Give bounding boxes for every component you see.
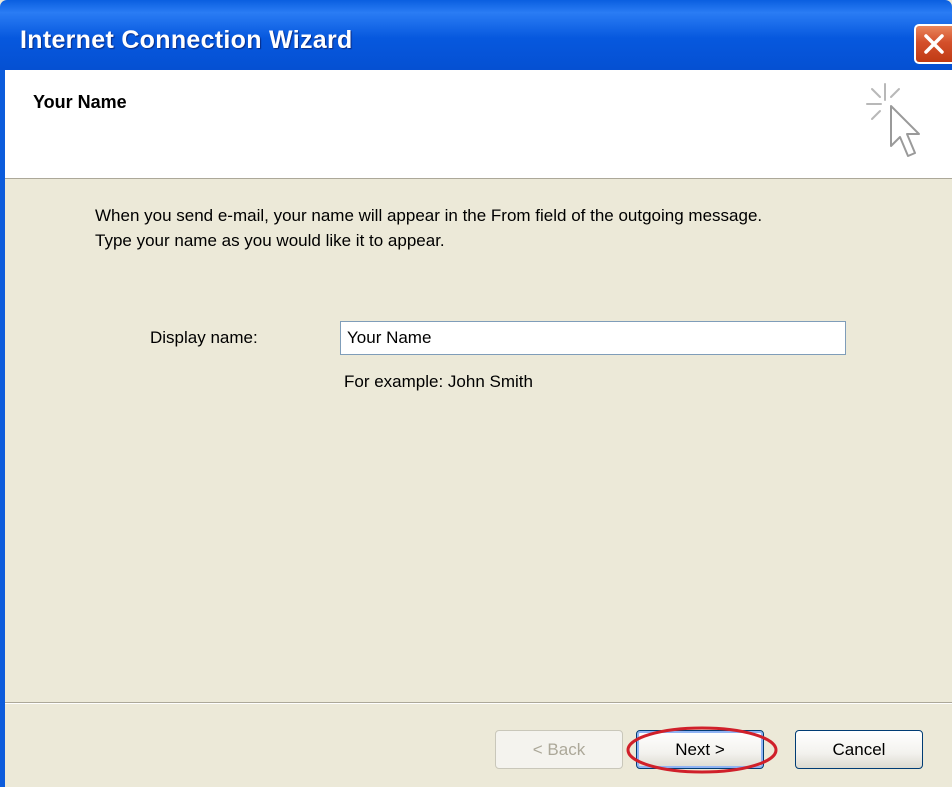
wizard-window: Internet Connection Wizard Your Name Whe… bbox=[0, 0, 952, 787]
page-title: Your Name bbox=[33, 92, 127, 112]
window-title: Internet Connection Wizard bbox=[20, 26, 353, 54]
wizard-header: Your Name bbox=[5, 70, 952, 179]
footer-divider bbox=[5, 702, 952, 704]
display-name-example-hint: For example: John Smith bbox=[344, 372, 533, 391]
next-button[interactable]: Next > bbox=[636, 730, 764, 769]
display-name-input[interactable] bbox=[340, 321, 846, 355]
instruction-line-1: When you send e-mail, your name will app… bbox=[95, 206, 763, 225]
title-bar[interactable]: Internet Connection Wizard bbox=[0, 0, 952, 70]
back-button[interactable]: < Back bbox=[495, 730, 623, 769]
close-button[interactable] bbox=[914, 24, 952, 64]
instruction-text: When you send e-mail, your name will app… bbox=[95, 203, 762, 253]
wizard-sparkle-cursor-icon bbox=[866, 83, 920, 157]
cancel-button[interactable]: Cancel bbox=[795, 730, 923, 769]
instruction-line-2: Type your name as you would like it to a… bbox=[95, 231, 445, 250]
display-name-label: Display name: bbox=[150, 328, 258, 347]
close-icon bbox=[924, 34, 944, 54]
